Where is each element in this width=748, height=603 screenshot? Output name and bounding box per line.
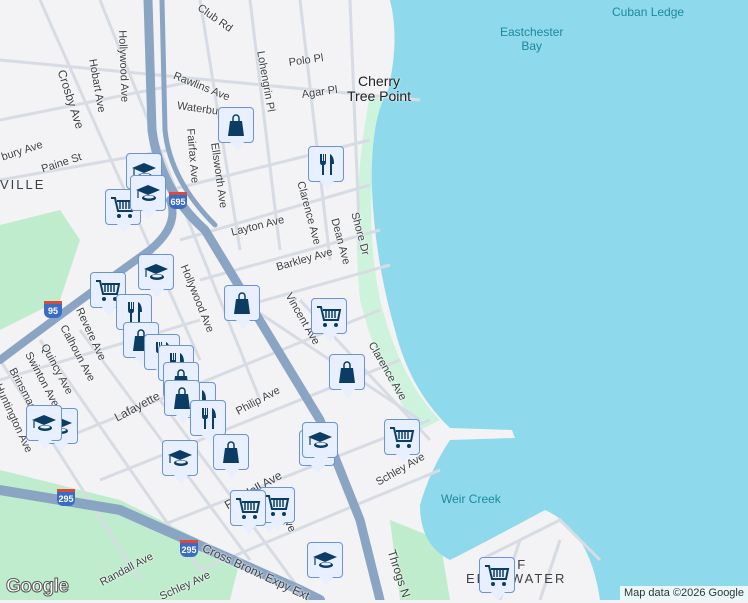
restaurant-icon bbox=[320, 154, 334, 175]
poi-marker-shopping[interactable] bbox=[224, 285, 260, 329]
school-icon bbox=[168, 450, 192, 466]
google-logo: Google bbox=[5, 576, 69, 598]
poi-marker-grocery[interactable] bbox=[230, 490, 266, 534]
poi-marker-restaurant[interactable] bbox=[190, 400, 226, 444]
school-icon bbox=[313, 552, 337, 568]
grocery-icon bbox=[236, 498, 261, 519]
poi-marker-school[interactable] bbox=[130, 175, 166, 219]
poi-marker-shopping[interactable] bbox=[213, 434, 249, 478]
label-cherry-tree-point: Cherry Tree Point bbox=[347, 73, 412, 104]
poi-marker-grocery[interactable] bbox=[384, 419, 420, 463]
label-weir-creek: Weir Creek bbox=[441, 492, 501, 506]
shopping-icon bbox=[339, 361, 355, 383]
school-icon bbox=[144, 264, 168, 280]
shopping-icon bbox=[223, 441, 239, 463]
grocery-icon bbox=[317, 306, 342, 327]
poi-marker-school[interactable] bbox=[307, 542, 343, 586]
shopping-icon bbox=[228, 114, 244, 136]
map-attribution[interactable]: Map data ©2026 Google bbox=[619, 586, 748, 600]
poi-marker-school[interactable] bbox=[162, 440, 198, 484]
poi-marker-shopping[interactable] bbox=[329, 354, 365, 398]
poi-marker-school[interactable] bbox=[26, 405, 62, 449]
poi-marker-shopping[interactable] bbox=[218, 107, 254, 151]
grocery-icon bbox=[265, 495, 290, 516]
school-icon bbox=[32, 415, 56, 431]
restaurant-icon bbox=[202, 408, 216, 429]
label-ville: VILLE bbox=[0, 177, 46, 192]
poi-marker-school[interactable] bbox=[302, 422, 338, 466]
poi-marker-school[interactable] bbox=[138, 254, 174, 298]
grocery-icon bbox=[485, 565, 510, 586]
water-eastchester-bay bbox=[371, 0, 748, 600]
shield-i95: 95 bbox=[44, 301, 62, 318]
shield-i695: 695 bbox=[169, 192, 187, 209]
school-icon bbox=[136, 185, 160, 201]
shield-i295a: 295 bbox=[57, 489, 75, 506]
shopping-icon bbox=[234, 292, 250, 314]
poi-marker-grocery[interactable] bbox=[311, 298, 347, 342]
shield-i295b: 295 bbox=[180, 540, 198, 557]
grocery-icon bbox=[390, 427, 415, 448]
school-icon bbox=[308, 432, 332, 448]
poi-marker-restaurant[interactable] bbox=[308, 146, 344, 190]
label-cuban-ledge: Cuban Ledge bbox=[612, 5, 685, 19]
street-hollywood-n: Hollywood Ave bbox=[116, 30, 131, 103]
poi-marker-grocery[interactable] bbox=[479, 557, 515, 601]
label-eastchester-bay: Eastchester Bay bbox=[500, 25, 564, 53]
